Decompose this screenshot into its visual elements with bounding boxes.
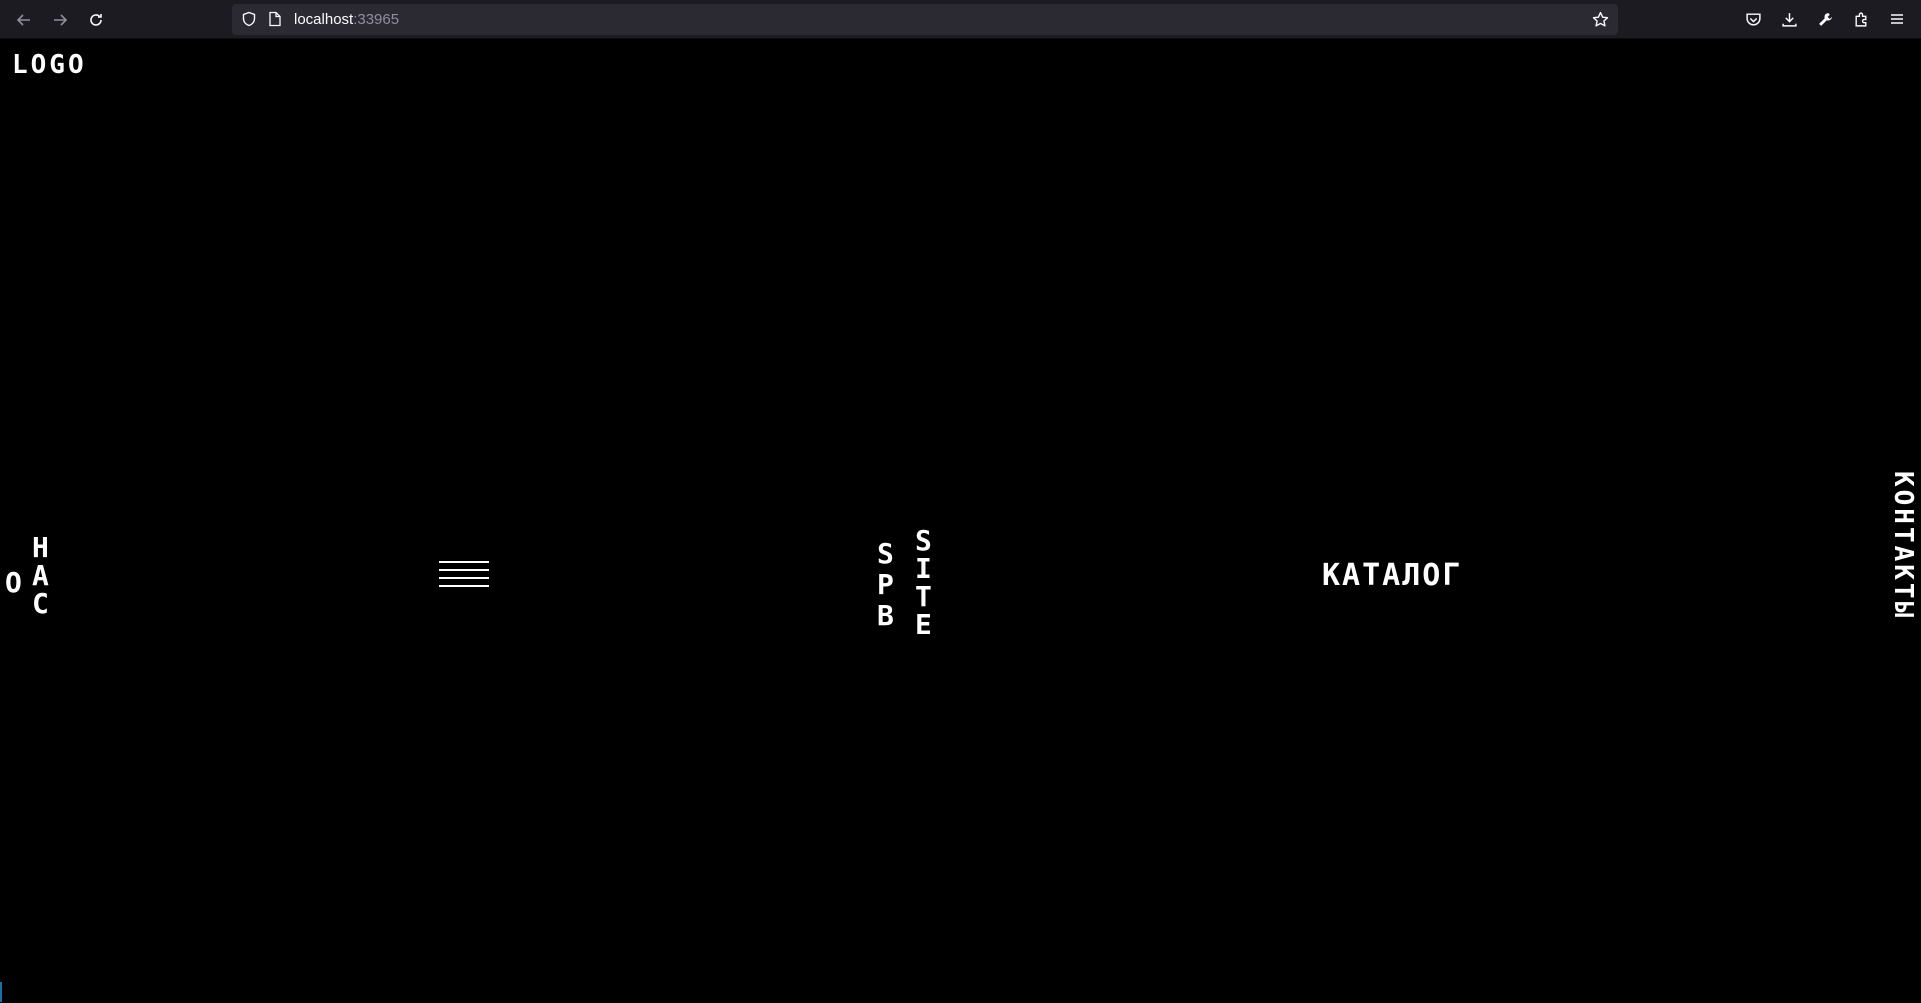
brand-letter: T — [915, 580, 932, 613]
catalog-link[interactable]: КАТАЛОГ — [1322, 558, 1462, 593]
pocket-icon[interactable] — [1742, 8, 1764, 30]
about-letter: Н — [32, 531, 49, 564]
about-link-first-letter[interactable]: О — [5, 566, 22, 599]
about-letter: С — [32, 587, 49, 620]
edge-indicator — [0, 982, 2, 1002]
brand-letter: S — [915, 524, 932, 557]
brand-name-spb: S P B — [877, 540, 894, 633]
extensions-icon[interactable] — [1850, 8, 1872, 30]
brand-letter: P — [877, 568, 894, 601]
browser-toolbar: localhost:33965 — [0, 0, 1921, 39]
brand-letter: I — [915, 552, 932, 585]
brand-letter: E — [915, 608, 932, 641]
reload-icon[interactable] — [83, 7, 109, 33]
brand-letter: S — [877, 537, 894, 570]
contacts-link[interactable]: КОНТАКТЫ — [1888, 471, 1918, 620]
url-bar[interactable]: localhost:33965 — [232, 4, 1618, 35]
app-menu-icon[interactable] — [1886, 8, 1908, 30]
about-letter: А — [32, 559, 49, 592]
logo[interactable]: LOGO — [12, 50, 87, 80]
wrench-icon[interactable] — [1814, 8, 1836, 30]
bookmark-star-icon[interactable] — [1591, 10, 1609, 28]
brand-letter: B — [877, 599, 894, 632]
download-icon[interactable] — [1778, 8, 1800, 30]
back-arrow-icon[interactable] — [11, 7, 37, 33]
shield-icon[interactable] — [240, 10, 258, 28]
page-icon[interactable] — [266, 10, 284, 28]
url-text[interactable]: localhost:33965 — [294, 11, 399, 28]
page-content: LOGO О Н А С S P B S I T E КАТАЛОГ КОНТА… — [0, 40, 1921, 1003]
hamburger-menu-icon[interactable] — [439, 561, 489, 587]
forward-arrow-icon[interactable] — [47, 7, 73, 33]
brand-name-site: S I T E — [915, 527, 932, 639]
about-link[interactable]: Н А С — [32, 534, 49, 618]
